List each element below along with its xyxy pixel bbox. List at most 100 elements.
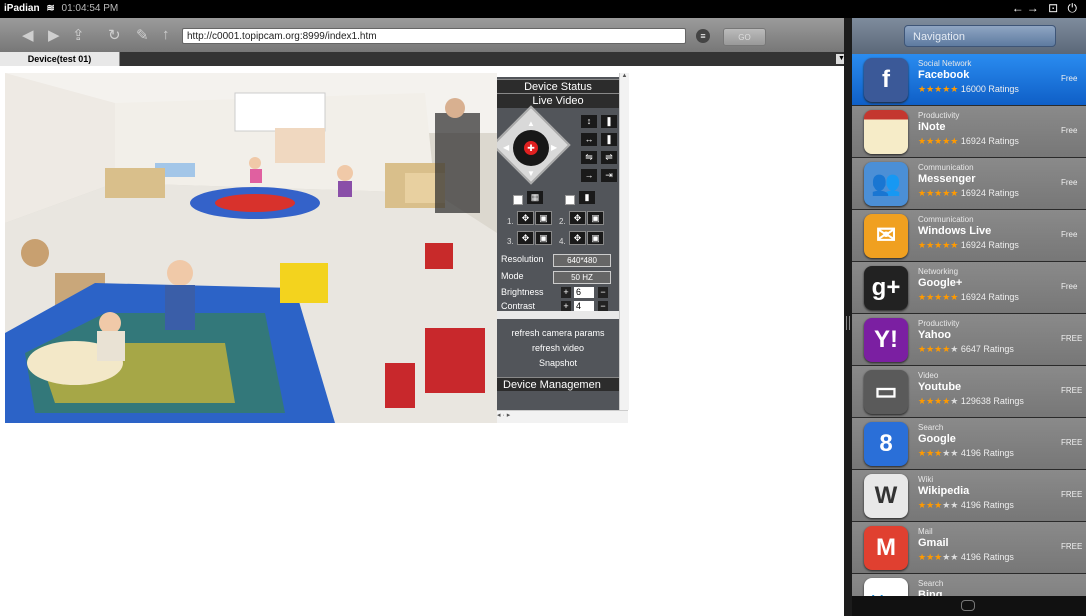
mode-select[interactable]: 50 HZ	[553, 271, 611, 284]
app-price[interactable]: FREE	[1061, 386, 1082, 395]
panel-vertical-scrollbar[interactable]: ▲	[619, 73, 629, 410]
back-icon[interactable]: ◀	[22, 26, 34, 44]
app-name: Google	[918, 433, 956, 445]
device-status-header[interactable]: Device Status	[497, 79, 619, 94]
app-item[interactable]: ▭ Video Youtube ★★★★★ 129638 Ratings FREE	[852, 366, 1086, 418]
app-item[interactable]: Productivity iNote ★★★★★ 16924 Ratings Free	[852, 106, 1086, 158]
app-price[interactable]: Free	[1061, 178, 1077, 187]
device-management-header[interactable]: Device Managemen	[497, 377, 619, 391]
status-controls[interactable]: ←→ ⊡ ⏻	[1012, 1, 1080, 16]
preset-save-icon-3[interactable]: ▣	[535, 231, 552, 245]
app-price[interactable]: FREE	[1061, 334, 1082, 343]
ptz-home-icon[interactable]: ✚	[524, 141, 538, 155]
app-price[interactable]: Free	[1061, 126, 1077, 135]
preset-call-icon-1[interactable]: ✥	[517, 211, 534, 225]
app-price[interactable]: FREE	[1061, 438, 1082, 447]
app-price[interactable]: FREE	[1061, 490, 1082, 499]
brightness-plus-button[interactable]: +	[561, 287, 571, 298]
horizontal-patrol-icon[interactable]: ↔	[581, 133, 597, 146]
preset-call-icon-2[interactable]: ✥	[569, 211, 586, 225]
app-price[interactable]: FREE	[1061, 542, 1082, 551]
app-rating: ★★★★★ 129638 Ratings	[918, 396, 1024, 407]
divider-grip-icon[interactable]	[846, 316, 850, 330]
app-item[interactable]: 👥 Communication Messenger ★★★★★ 16924 Ratin…	[852, 158, 1086, 210]
mail-envelope-icon: ✉	[864, 214, 908, 258]
app-category: Productivity	[918, 111, 960, 120]
rating-stars: ★★★★	[918, 396, 951, 406]
ir-icon[interactable]: →	[581, 169, 597, 182]
preset-call-icon-3[interactable]: ✥	[517, 231, 534, 245]
tab-device[interactable]: Device(test 01)	[0, 52, 120, 66]
split-divider[interactable]	[844, 18, 852, 616]
resolution-label: Resolution	[501, 254, 544, 264]
refresh-video-link[interactable]: refresh video	[497, 343, 619, 353]
brightness-minus-button[interactable]: −	[598, 287, 608, 298]
app-price[interactable]: Free	[1061, 282, 1077, 291]
app-item[interactable]: 8 Search Google ★★★★★ 4196 Ratings FREE	[852, 418, 1086, 470]
rating-stars: ★★★	[918, 500, 943, 510]
ptz-left-icon[interactable]: ◀	[503, 143, 509, 152]
ir-off-icon[interactable]: ⇥	[601, 169, 617, 182]
up-arrow-icon[interactable]: ↑	[162, 26, 170, 43]
app-item[interactable]: M Mail Gmail ★★★★★ 4196 Ratings FREE	[852, 522, 1086, 574]
refresh-params-link[interactable]: refresh camera params	[497, 328, 619, 338]
url-input[interactable]: http://c0001.topipcam.org:8999/index1.ht…	[182, 28, 686, 44]
panel-inner-hscroll[interactable]	[497, 311, 619, 319]
app-category: Search	[918, 423, 944, 432]
app-price[interactable]: Free	[1061, 74, 1077, 83]
flip-icon[interactable]: ⇋	[581, 151, 597, 164]
app-category: Productivity	[918, 319, 960, 328]
mirror-icon[interactable]: ⇌	[601, 151, 617, 164]
stop-vertical-icon[interactable]: ❚	[601, 115, 617, 128]
app-item[interactable]: W Wiki Wikipedia ★★★★★ 4196 Ratings FREE	[852, 470, 1086, 522]
preset-save-icon-2[interactable]: ▣	[587, 211, 604, 225]
app-category: Networking	[918, 267, 959, 276]
live-video-header[interactable]: Live Video	[497, 93, 619, 108]
preset-save-icon-4[interactable]: ▣	[587, 231, 604, 245]
ptz-up-icon[interactable]: ▲	[527, 119, 535, 128]
preset-label-4: 4.	[559, 237, 566, 246]
app-item[interactable]: g+ Networking Google+ ★★★★★ 16924 Ratings Fr…	[852, 262, 1086, 314]
app-name: Yahoo	[918, 329, 952, 341]
app-price[interactable]: Free	[1061, 230, 1077, 239]
stop-horizontal-icon[interactable]: ❚	[601, 133, 617, 146]
brightness-label: Brightness	[501, 287, 544, 297]
facebook-icon: f	[864, 58, 908, 102]
app-item[interactable]: Y! Productivity Yahoo ★★★★★ 6647 Ratings FRE…	[852, 314, 1086, 366]
app-rating: ★★★★★ 16924 Ratings	[918, 188, 1019, 199]
io-input-icon[interactable]: ▮	[579, 191, 595, 204]
youtube-tv-icon: ▭	[864, 370, 908, 414]
tab-bar: Device(test 01) ▼	[0, 52, 850, 66]
home-button-icon[interactable]	[961, 600, 975, 611]
rating-count: 129638 Ratings	[960, 396, 1024, 406]
ptz-down-icon[interactable]: ▼	[527, 169, 535, 178]
rating-stars: ★★★★★	[918, 240, 959, 250]
rating-stars: ★★★★★	[918, 188, 959, 198]
app-item[interactable]: f Social Network Facebook ★★★★★ 16000 Ratin…	[852, 54, 1086, 106]
preset-call-icon-4[interactable]: ✥	[569, 231, 586, 245]
snapshot-link[interactable]: Snapshot	[497, 358, 619, 368]
camera-video[interactable]	[5, 73, 497, 423]
navigation-button[interactable]: Navigation	[904, 25, 1056, 47]
app-name: iNote	[918, 121, 946, 133]
io-checkbox-2[interactable]	[565, 195, 575, 205]
camera-control-panel: Device Status Live Video ✚ ▲ ▼ ◀ ▶ ↕ ❚ ↔…	[497, 77, 619, 423]
panel-horizontal-scrollbar[interactable]: ◂ · ▸	[497, 410, 628, 423]
vertical-patrol-icon[interactable]: ↕	[581, 115, 597, 128]
go-button[interactable]: GO	[723, 28, 766, 46]
forward-icon[interactable]: ▶	[48, 26, 60, 44]
preset-save-icon-1[interactable]: ▣	[535, 211, 552, 225]
io-checkbox-1[interactable]	[513, 195, 523, 205]
menu-icon[interactable]: ≡	[696, 29, 710, 43]
io-output-icon[interactable]: ▦	[527, 191, 543, 204]
app-category: Search	[918, 579, 944, 588]
share-icon[interactable]: ⇪	[72, 26, 85, 44]
app-item[interactable]: ✉ Communication Windows Live ★★★★★ 16924 Ra…	[852, 210, 1086, 262]
reload-icon[interactable]: ↻	[108, 26, 121, 44]
ptz-right-icon[interactable]: ▶	[551, 143, 557, 152]
brightness-value[interactable]: 6	[574, 287, 594, 298]
resolution-select[interactable]: 640*480	[553, 254, 611, 267]
edit-icon[interactable]: ✎	[136, 26, 149, 44]
app-category: Wiki	[918, 475, 934, 484]
rating-empty-stars: ★★	[942, 448, 959, 458]
